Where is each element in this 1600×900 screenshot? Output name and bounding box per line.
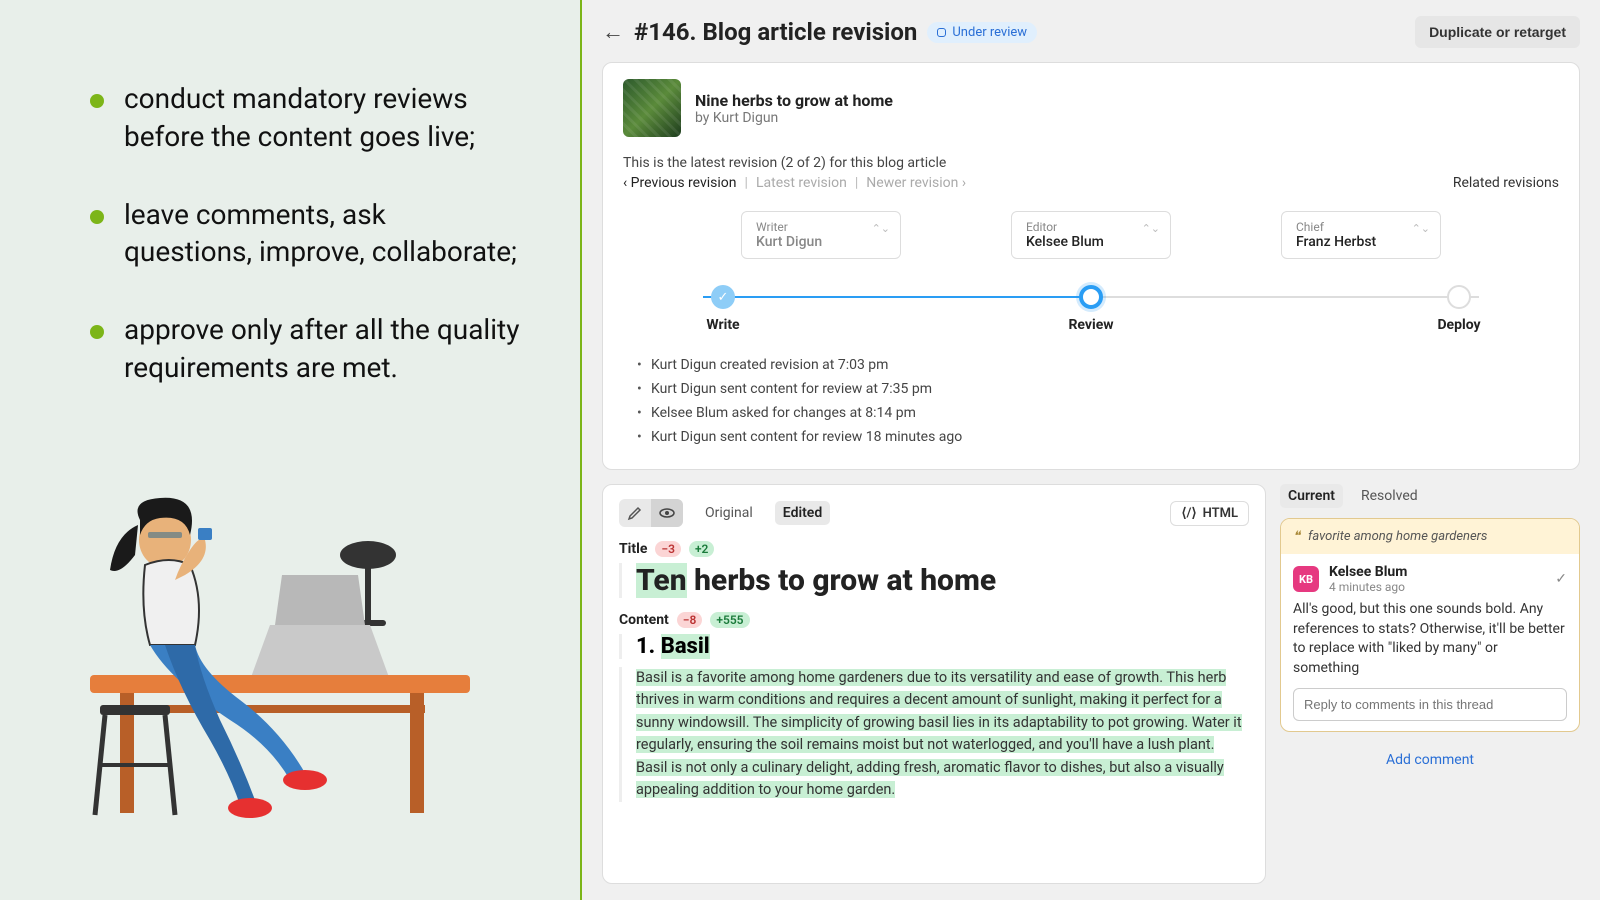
content-diff-card: Original Edited ⟨/⟩ HTML Title −3 +2 Ten…: [602, 484, 1266, 884]
check-icon: ✓: [711, 285, 735, 309]
comment-thread: ❝ favorite among home gardeners KB Kelse…: [1280, 518, 1580, 732]
activity-log: Kurt Digun created revision at 7:03 pm K…: [623, 357, 1559, 445]
role-chief-select[interactable]: Chief Franz Herbst ⌃⌄: [1281, 211, 1441, 259]
preview-mode-button[interactable]: [651, 499, 683, 527]
chevron-updown-icon: ⌃⌄: [1412, 222, 1430, 235]
content-toolbar: Original Edited ⟨/⟩ HTML: [619, 499, 1249, 527]
bullet-text: conduct mandatory reviews before the con…: [124, 80, 520, 156]
bullet-text: approve only after all the quality requi…: [124, 311, 520, 387]
pending-step-icon: [1447, 285, 1471, 309]
document-heading: 1. Basil: [619, 634, 1249, 659]
duplicate-retarget-button[interactable]: Duplicate or retarget: [1415, 16, 1580, 48]
revision-info: This is the latest revision (2 of 2) for…: [623, 155, 1559, 171]
workflow-steps: ✓ Write Review Deploy: [683, 285, 1499, 333]
tab-resolved-comments[interactable]: Resolved: [1353, 484, 1426, 508]
status-dot-icon: [937, 28, 946, 37]
bullet-icon: [90, 325, 104, 339]
revision-card: Nine herbs to grow at home by Kurt Digun…: [602, 62, 1580, 470]
comment-text: All's good, but this one sounds bold. An…: [1293, 600, 1567, 678]
page-title: #146. Blog article revision: [634, 18, 917, 46]
bullet-item: conduct mandatory reviews before the con…: [90, 80, 520, 156]
article-header: Nine herbs to grow at home by Kurt Digun: [623, 79, 1559, 137]
back-arrow-icon[interactable]: ←: [602, 19, 624, 45]
comment-time: 4 minutes ago: [1329, 580, 1407, 594]
chevron-updown-icon: ⌃⌄: [1142, 222, 1160, 235]
app-right-pane: ← #146. Blog article revision Under revi…: [580, 0, 1600, 900]
bullet-item: approve only after all the quality requi…: [90, 311, 520, 387]
roles-row: Writer Kurt Digun ⌃⌄ Editor Kelsee Blum …: [623, 211, 1559, 259]
tab-edited[interactable]: Edited: [775, 501, 830, 525]
title-section-label: Title −3 +2: [619, 541, 1249, 557]
edit-mode-button[interactable]: [619, 499, 651, 527]
related-revisions-link[interactable]: Related revisions: [1453, 175, 1559, 191]
html-source-button[interactable]: ⟨/⟩ HTML: [1170, 501, 1249, 526]
role-label: Editor: [1026, 220, 1156, 234]
step-write: ✓ Write: [683, 285, 763, 333]
activity-item: Kelsee Blum asked for changes at 8:14 pm: [637, 405, 1559, 421]
pencil-icon: [627, 505, 643, 521]
activity-item: Kurt Digun sent content for review 18 mi…: [637, 429, 1559, 445]
step-deploy: Deploy: [1419, 285, 1499, 333]
document-body: Basil is a favorite among home gardeners…: [619, 667, 1249, 802]
article-author: by Kurt Digun: [695, 110, 893, 126]
role-label: Writer: [756, 220, 886, 234]
add-comment-link[interactable]: Add comment: [1280, 752, 1580, 768]
chevron-updown-icon: ⌃⌄: [872, 222, 890, 235]
commenter-name: Kelsee Blum: [1329, 564, 1407, 580]
bullet-icon: [90, 94, 104, 108]
role-name: Kelsee Blum: [1026, 234, 1156, 250]
code-icon: ⟨/⟩: [1181, 506, 1196, 521]
role-writer-select[interactable]: Writer Kurt Digun ⌃⌄: [741, 211, 901, 259]
step-review: Review: [1051, 285, 1131, 333]
woman-at-desk-illustration: [90, 480, 480, 820]
avatar: KB: [1293, 566, 1319, 592]
prev-revision-link[interactable]: ‹ Previous revision: [623, 175, 737, 191]
status-text: Under review: [952, 25, 1027, 40]
activity-item: Kurt Digun sent content for review at 7:…: [637, 381, 1559, 397]
newer-revision-link: Newer revision ›: [866, 175, 966, 191]
eye-icon: [659, 505, 675, 521]
commenter-row: KB Kelsee Blum 4 minutes ago ✓: [1293, 564, 1567, 594]
bullet-text: leave comments, ask questions, improve, …: [124, 196, 520, 272]
marketing-left-pane: conduct mandatory reviews before the con…: [0, 0, 580, 900]
feature-bullet-list: conduct mandatory reviews before the con…: [90, 80, 520, 387]
page-header: ← #146. Blog article revision Under revi…: [602, 16, 1580, 48]
diff-added-badge: +2: [689, 541, 714, 557]
revision-nav: ‹ Previous revision | Latest revision | …: [623, 175, 966, 191]
latest-revision-link: Latest revision: [756, 175, 847, 191]
content-section-label: Content −8 +555: [619, 612, 1249, 628]
document-title: Ten herbs to grow at home: [619, 563, 1249, 598]
reply-input[interactable]: [1293, 688, 1567, 721]
resolve-check-icon[interactable]: ✓: [1555, 571, 1567, 587]
current-step-icon: [1079, 285, 1103, 309]
comment-quote: ❝ favorite among home gardeners: [1281, 519, 1579, 554]
bullet-icon: [90, 210, 104, 224]
comment-tabs: Current Resolved: [1280, 484, 1580, 508]
edit-preview-toggle: [619, 499, 683, 527]
status-badge: Under review: [927, 22, 1037, 43]
role-name: Franz Herbst: [1296, 234, 1426, 250]
bullet-item: leave comments, ask questions, improve, …: [90, 196, 520, 272]
diff-removed-badge: −8: [677, 612, 703, 628]
role-label: Chief: [1296, 220, 1426, 234]
quote-icon: ❝: [1293, 529, 1300, 544]
tab-current-comments[interactable]: Current: [1280, 484, 1343, 508]
activity-item: Kurt Digun created revision at 7:03 pm: [637, 357, 1559, 373]
tab-original[interactable]: Original: [697, 501, 761, 525]
article-title: Nine herbs to grow at home: [695, 91, 893, 110]
role-name: Kurt Digun: [756, 234, 886, 250]
article-thumbnail: [623, 79, 681, 137]
diff-added-badge: +555: [710, 612, 749, 628]
role-editor-select[interactable]: Editor Kelsee Blum ⌃⌄: [1011, 211, 1171, 259]
comments-pane: Current Resolved ❝ favorite among home g…: [1280, 484, 1580, 884]
diff-removed-badge: −3: [655, 541, 681, 557]
